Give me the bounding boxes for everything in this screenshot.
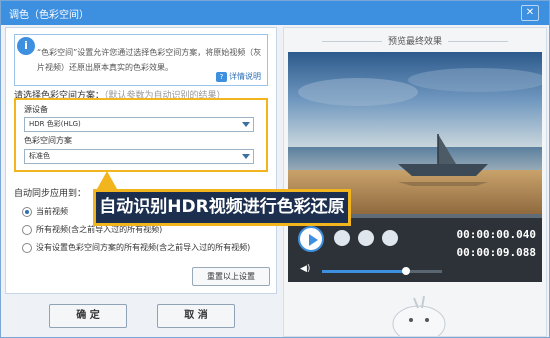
help-link[interactable]: ? 详情说明: [216, 71, 261, 82]
current-time: 00:00:00.040: [456, 228, 536, 241]
radio-dot-selected: [22, 206, 32, 217]
reset-button[interactable]: 重置以上设置: [192, 267, 270, 286]
preview-title-row: 预览最终效果: [284, 34, 546, 47]
question-icon: ?: [216, 72, 227, 82]
title-bar: 调色（色彩空间） ✕: [1, 1, 549, 25]
help-label: 详情说明: [229, 72, 261, 81]
close-button[interactable]: ✕: [521, 5, 539, 21]
mascot-illustration: [392, 295, 446, 336]
radio-current-video[interactable]: 当前视频: [22, 206, 68, 217]
radio-dot: [22, 242, 32, 253]
color-space-label: 色彩空间方案: [24, 136, 72, 145]
radio-dot: [22, 224, 32, 235]
preview-panel: 预览最终效果 00:00:00.040 00:00:09.088 ◀): [283, 27, 547, 337]
player-controls: 00:00:00.040 00:00:09.088 ◀): [288, 218, 542, 282]
window-title: 调色（色彩空间）: [9, 10, 89, 21]
volume-knob[interactable]: [402, 267, 410, 275]
source-device-dropdown[interactable]: HDR 色彩(HLG): [24, 117, 254, 132]
stop-button[interactable]: [334, 230, 350, 246]
radio-label: 当前视频: [36, 207, 68, 216]
banner-pointer: [97, 171, 117, 189]
divider: [321, 41, 382, 42]
source-device-value: HDR 色彩(HLG): [29, 120, 81, 128]
volume-fill: [322, 270, 406, 273]
source-device-label: 源设备: [24, 105, 48, 114]
radio-label: 所有视频(含之前导入过的所有视频): [36, 225, 163, 234]
radio-label: 没有设置色彩空间方案的所有视频(含之前导入过的所有视频): [36, 243, 251, 252]
preview-title: 预览最终效果: [387, 37, 442, 47]
color-space-dialog: 调色（色彩空间） ✕ i “色彩空间”设置允许您通过选择色彩空间方案，将原始视频…: [0, 0, 550, 338]
play-button[interactable]: [298, 226, 324, 252]
apply-label: 自动同步应用到：: [14, 189, 87, 199]
ok-button[interactable]: 确 定: [49, 304, 127, 328]
radio-unset-videos[interactable]: 没有设置色彩空间方案的所有视频(含之前导入过的所有视频): [22, 242, 250, 253]
scheme-highlight-box: 源设备 HDR 色彩(HLG) 色彩空间方案 标准色: [14, 98, 268, 172]
info-icon: i: [17, 37, 35, 55]
volume-icon[interactable]: ◀): [300, 264, 310, 274]
cancel-button[interactable]: 取 消: [157, 304, 235, 328]
color-space-value: 标准色: [29, 152, 50, 160]
next-frame-button[interactable]: [382, 230, 398, 246]
chevron-down-icon: [242, 122, 250, 127]
settings-panel: i “色彩空间”设置允许您通过选择色彩空间方案，将原始视频（灰片视频）还原出原本…: [5, 27, 277, 294]
feature-banner: 自动识别HDR视频进行色彩还原: [93, 189, 351, 226]
previous-frame-button[interactable]: [358, 230, 374, 246]
info-box: i “色彩空间”设置允许您通过选择色彩空间方案，将原始视频（灰片视频）还原出原本…: [14, 34, 268, 86]
divider: [448, 41, 508, 42]
chevron-down-icon: [242, 154, 250, 159]
volume-slider[interactable]: [322, 267, 442, 275]
total-time: 00:00:09.088: [456, 246, 536, 259]
color-space-dropdown[interactable]: 标准色: [24, 149, 254, 164]
